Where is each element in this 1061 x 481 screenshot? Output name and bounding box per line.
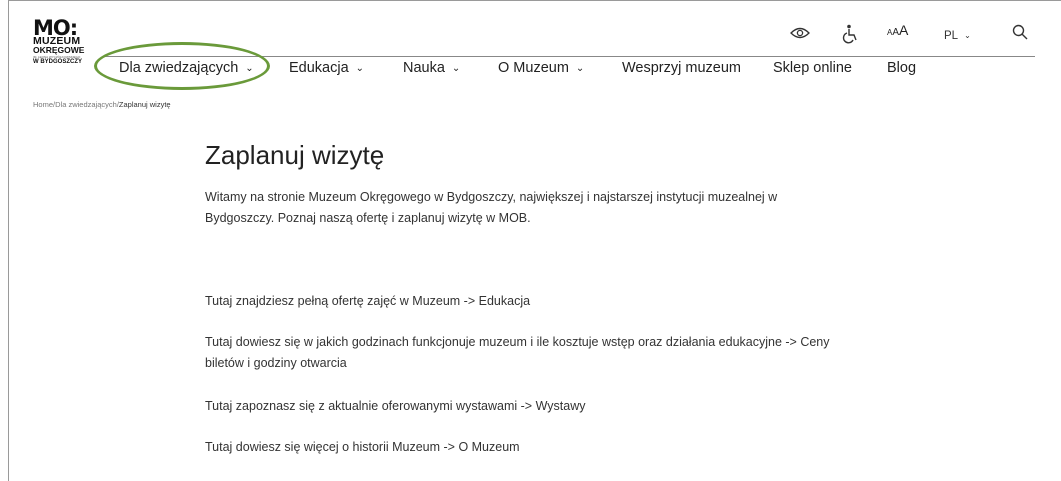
wheelchair-icon[interactable]	[842, 24, 858, 49]
nav-item-label: Nauka	[403, 60, 445, 76]
nav-item-dla-zwiedzajacych[interactable]: Dla zwiedzających ⌄	[119, 60, 254, 76]
header-divider	[105, 56, 1035, 57]
logo-line-4: W BYDGOSZCZY	[33, 59, 82, 65]
chevron-down-icon: ⌄	[451, 63, 461, 74]
paragraph-prices: Tutaj dowiesz się w jakich godzinach fun…	[205, 335, 830, 370]
language-label: PL	[944, 30, 959, 42]
nav-item-nauka[interactable]: Nauka ⌄	[403, 60, 460, 76]
font-size-control[interactable]: AAA	[887, 22, 908, 40]
nav-item-label: Edukacja	[289, 60, 349, 76]
intro-paragraph: Witamy na stronie Muzeum Okręgowego w By…	[205, 190, 778, 225]
nav-item-label: O Muzeum	[498, 60, 569, 76]
font-size-large[interactable]: A	[899, 22, 908, 38]
chevron-down-icon: ⌄	[964, 31, 971, 40]
breadcrumb-home[interactable]: Home	[33, 100, 53, 109]
nav-item-label: Dla zwiedzających	[119, 60, 239, 76]
nav-item-edukacja[interactable]: Edukacja ⌄	[289, 60, 364, 76]
breadcrumb: Home/Dla zwiedzających/Zaplanuj wizytę	[33, 100, 171, 109]
breadcrumb-current: Zaplanuj wizytę	[118, 100, 171, 109]
chevron-down-icon: ⌄	[355, 63, 365, 74]
logo-line-2: OKRĘGOWE	[33, 45, 85, 55]
nav-item-label: Sklep online	[773, 60, 852, 76]
breadcrumb-parent[interactable]: Dla zwiedzających	[55, 100, 117, 109]
search-icon[interactable]	[1012, 24, 1028, 45]
nav-item-sklep-online[interactable]: Sklep online	[773, 60, 852, 76]
nav-item-wesprzyj-muzeum[interactable]: Wesprzyj muzeum	[622, 60, 741, 76]
page-title: Zaplanuj wizytę	[205, 140, 385, 170]
paragraph-exhibitions: Tutaj zapoznasz się z aktualnie oferowan…	[205, 399, 586, 413]
font-size-medium[interactable]: A	[892, 27, 899, 38]
paragraph-education: Tutaj znajdziesz pełną ofertę zajęć w Mu…	[205, 294, 531, 308]
nav-item-label: Wesprzyj muzeum	[622, 60, 741, 76]
museum-logo[interactable]: MO: MUZEUM OKRĘGOWE IM. LEONA WYCZÓŁKOWS…	[33, 18, 91, 66]
nav-item-o-muzeum[interactable]: O Muzeum ⌄	[498, 60, 584, 76]
eye-icon[interactable]	[790, 26, 810, 44]
language-selector[interactable]: PL ⌄	[944, 30, 971, 42]
paragraph-history: Tutaj dowiesz się więcej o historii Muze…	[205, 440, 520, 454]
nav-item-blog[interactable]: Blog	[887, 60, 916, 76]
nav-item-label: Blog	[887, 60, 917, 76]
chevron-down-icon: ⌄	[245, 63, 254, 74]
chevron-down-icon: ⌄	[575, 63, 585, 74]
